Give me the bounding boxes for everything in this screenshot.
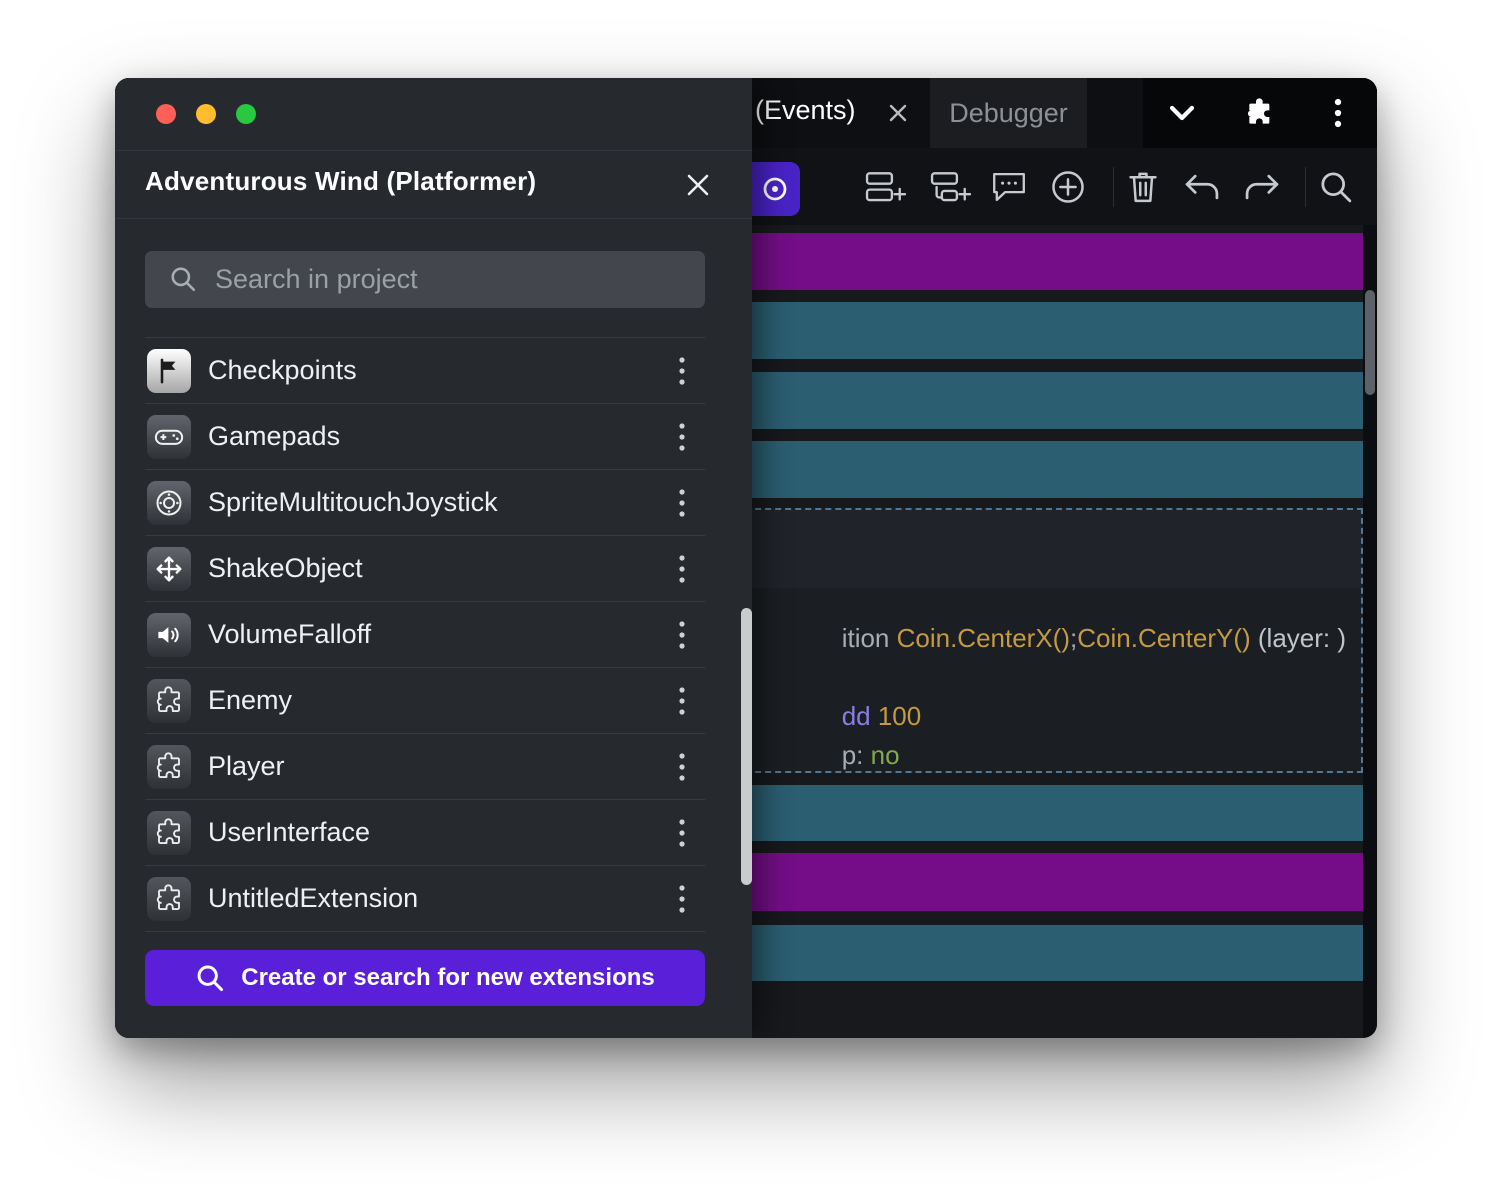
- extensions-button[interactable]: [1233, 86, 1287, 140]
- extension-name: ShakeObject: [208, 553, 363, 584]
- gamepad-icon: [147, 415, 191, 459]
- toolbar-divider: [1113, 167, 1114, 207]
- add-event-button[interactable]: [860, 164, 912, 210]
- gdevelop-window: (Events) Debugger: [115, 78, 1377, 1038]
- kebab-menu-icon: [678, 422, 686, 452]
- item-menu-button[interactable]: [667, 817, 697, 849]
- list-item-untitledextension[interactable]: UntitledExtension: [145, 866, 705, 932]
- chevron-down-icon: [1165, 96, 1199, 130]
- collapse-tabs-button[interactable]: [1155, 86, 1209, 140]
- window-controls: [1143, 78, 1377, 148]
- close-dialog-icon[interactable]: [684, 171, 712, 199]
- extension-name: UntitledExtension: [208, 883, 418, 914]
- circle-plus-icon: [1050, 169, 1086, 205]
- list-item-checkpoints[interactable]: Checkpoints: [145, 338, 705, 404]
- item-menu-button[interactable]: [667, 355, 697, 387]
- tab-debugger[interactable]: Debugger: [930, 78, 1087, 148]
- expression-text: Coin.CenterY(): [1077, 623, 1250, 653]
- minimize-window-button[interactable]: [196, 104, 216, 124]
- action-text: ition: [842, 623, 897, 653]
- active-tool-button[interactable]: [752, 162, 800, 216]
- item-menu-button[interactable]: [667, 421, 697, 453]
- delete-button[interactable]: [1117, 164, 1169, 210]
- divider: [115, 150, 752, 151]
- item-menu-button[interactable]: [667, 751, 697, 783]
- list-item-player[interactable]: Player: [145, 734, 705, 800]
- list-item-volumefalloff[interactable]: VolumeFalloff: [145, 602, 705, 668]
- extension-name: SpriteMultitouchJoystick: [208, 487, 498, 518]
- extensions-list: Checkpoints Gamepads: [145, 337, 705, 932]
- more-menu-button[interactable]: [1311, 86, 1365, 140]
- puzzle-icon: [1244, 97, 1276, 129]
- item-menu-button[interactable]: [667, 883, 697, 915]
- extension-name: Gamepads: [208, 421, 340, 452]
- kebab-menu-icon: [678, 554, 686, 584]
- redo-button[interactable]: [1236, 164, 1288, 210]
- extensions-dialog: Adventurous Wind (Platformer) Checkpoint…: [115, 78, 752, 1038]
- kebab-menu-icon: [678, 356, 686, 386]
- events-scrollbar-thumb[interactable]: [1365, 290, 1375, 395]
- joystick-icon: [147, 481, 191, 525]
- search-events-button[interactable]: [1310, 164, 1362, 210]
- search-icon: [1318, 169, 1354, 205]
- tab-events-label: (Events): [755, 95, 856, 126]
- puzzle-icon: [147, 811, 191, 855]
- search-input[interactable]: [215, 251, 695, 308]
- redo-icon: [1243, 170, 1281, 204]
- trash-icon: [1126, 169, 1160, 205]
- list-item-spritemultitouchjoystick[interactable]: SpriteMultitouchJoystick: [145, 470, 705, 536]
- expression-text: Coin.CenterX(): [897, 623, 1070, 653]
- target-icon: [760, 174, 790, 204]
- create-extension-button[interactable]: Create or search for new extensions: [145, 950, 705, 1006]
- create-extension-label: Create or search for new extensions: [241, 964, 654, 992]
- kebab-menu-icon: [678, 488, 686, 518]
- dialog-scrollbar-thumb[interactable]: [741, 608, 752, 885]
- kebab-menu-icon: [678, 620, 686, 650]
- divider: [115, 218, 752, 219]
- item-menu-button[interactable]: [667, 619, 697, 651]
- search-icon: [195, 963, 225, 993]
- close-tab-icon[interactable]: [887, 102, 909, 124]
- puzzle-icon: [147, 745, 191, 789]
- dialog-title: Adventurous Wind (Platformer): [145, 166, 536, 197]
- kebab-menu-icon: [678, 686, 686, 716]
- list-item-userinterface[interactable]: UserInterface: [145, 800, 705, 866]
- speaker-icon: [147, 613, 191, 657]
- add-comment-button[interactable]: [983, 164, 1035, 210]
- events-scrollbar: [1363, 225, 1377, 1038]
- flag-icon: [147, 349, 191, 393]
- close-window-button[interactable]: [156, 104, 176, 124]
- extension-name: Enemy: [208, 685, 292, 716]
- item-menu-button[interactable]: [667, 685, 697, 717]
- add-subevent-button[interactable]: [925, 164, 977, 210]
- list-item-gamepads[interactable]: Gamepads: [145, 404, 705, 470]
- puzzle-icon: [147, 679, 191, 723]
- extension-name: UserInterface: [208, 817, 370, 848]
- extension-name: VolumeFalloff: [208, 619, 371, 650]
- add-event-icon: [865, 170, 907, 204]
- kebab-menu-icon: [678, 818, 686, 848]
- add-subevent-icon: [930, 170, 972, 204]
- search-icon: [169, 265, 197, 293]
- screen: (Events) Debugger: [0, 0, 1494, 1182]
- add-more-button[interactable]: [1042, 164, 1094, 210]
- toolbar-divider: [1305, 167, 1306, 207]
- search-box: [145, 251, 705, 308]
- kebab-menu-icon: [1323, 96, 1353, 130]
- undo-icon: [1183, 170, 1221, 204]
- zoom-window-button[interactable]: [236, 104, 256, 124]
- item-menu-button[interactable]: [667, 487, 697, 519]
- kebab-menu-icon: [678, 884, 686, 914]
- move-icon: [147, 547, 191, 591]
- undo-button[interactable]: [1176, 164, 1228, 210]
- comment-icon: [991, 170, 1027, 204]
- kebab-menu-icon: [678, 752, 686, 782]
- puzzle-icon: [147, 877, 191, 921]
- item-menu-button[interactable]: [667, 553, 697, 585]
- extension-name: Player: [208, 751, 285, 782]
- list-item-enemy[interactable]: Enemy: [145, 668, 705, 734]
- tab-debugger-label: Debugger: [949, 98, 1068, 129]
- list-item-shakeobject[interactable]: ShakeObject: [145, 536, 705, 602]
- extension-name: Checkpoints: [208, 355, 357, 386]
